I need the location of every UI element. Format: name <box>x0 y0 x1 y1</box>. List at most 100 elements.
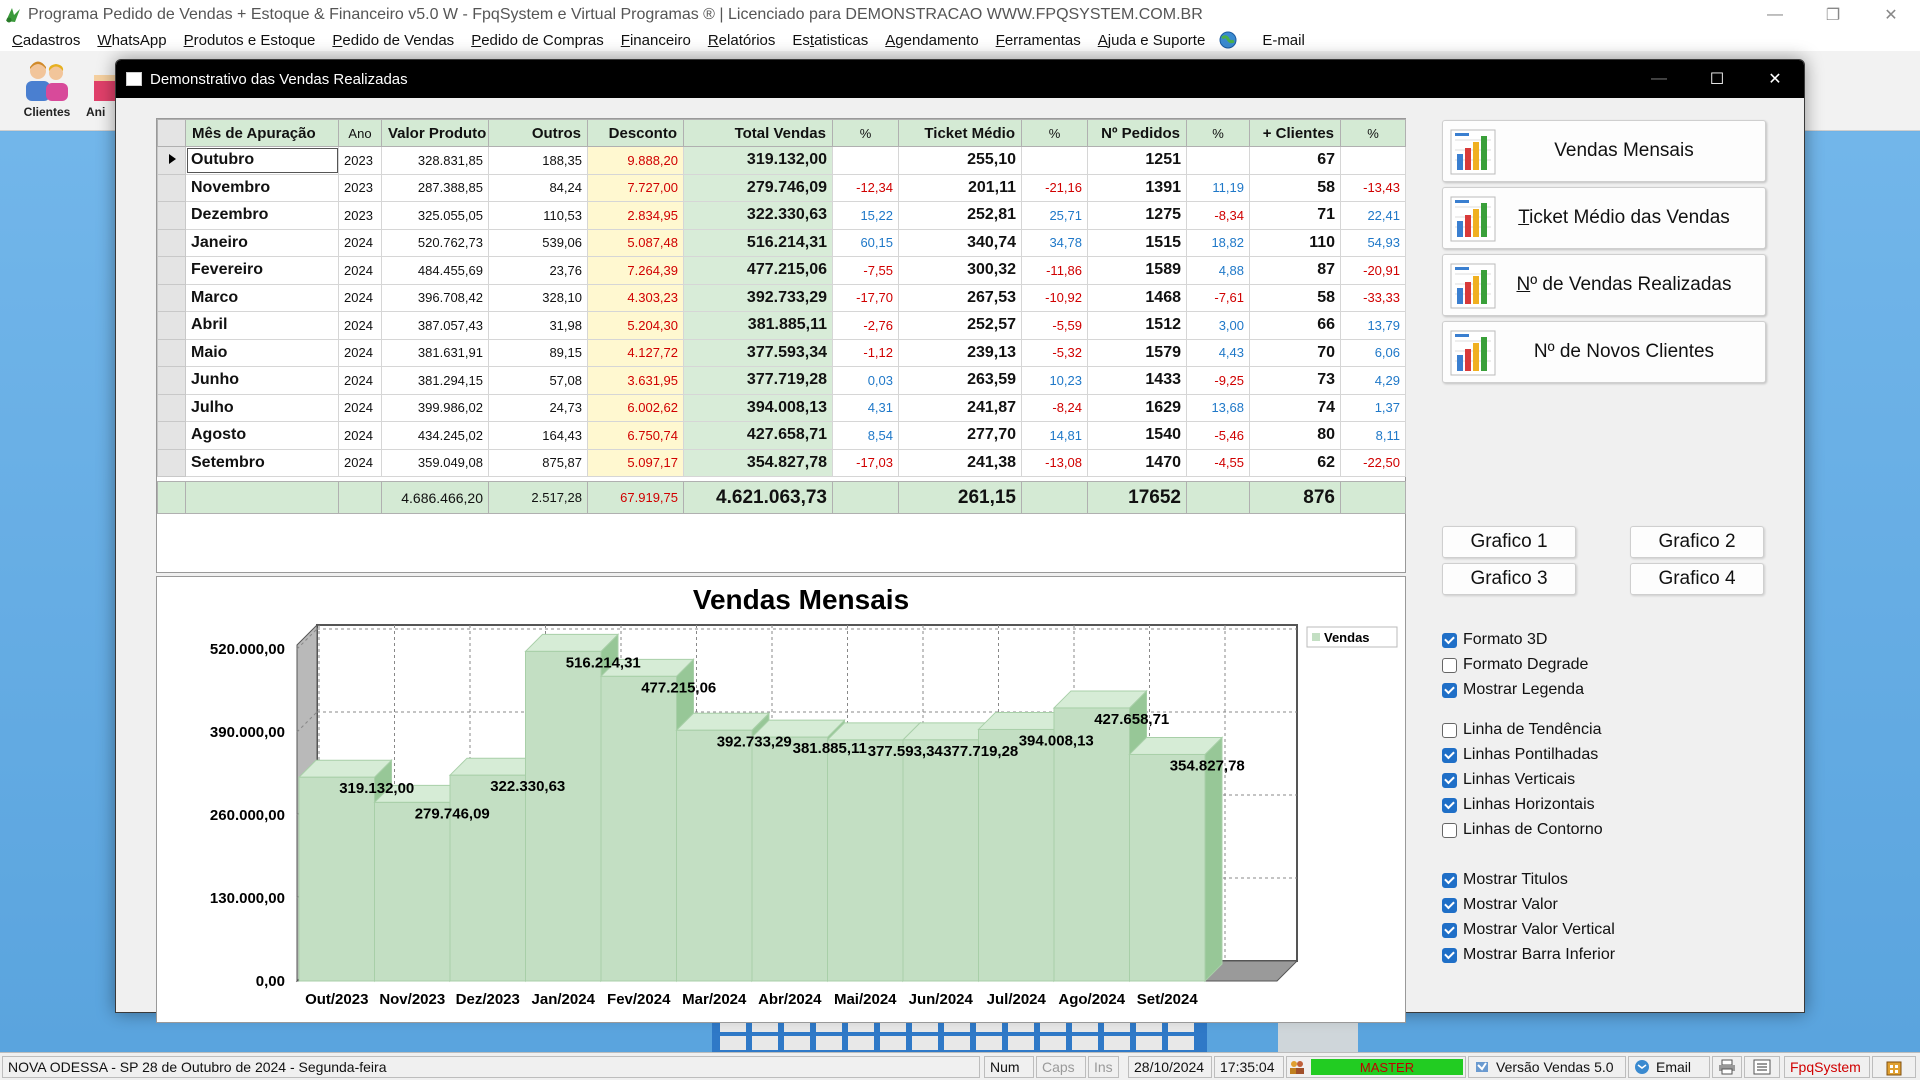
cell-total-vendas: 377.719,28 <box>683 366 833 395</box>
option-mostrar-barra-inferior[interactable]: Mostrar Barra Inferior <box>1442 945 1615 965</box>
cell-outros: 539,06 <box>488 228 588 257</box>
checkbox-checked-icon[interactable] <box>1442 872 1457 888</box>
dialog-minimize-button[interactable]: — <box>1630 60 1688 98</box>
status-end-cell[interactable] <box>1872 1056 1916 1078</box>
table-row[interactable]: Fevereiro 2024 484.455,69 23,76 7.264,39 477.… <box>157 256 1406 285</box>
option-linha-de-tend-ncia[interactable]: Linha de Tendência <box>1442 720 1602 740</box>
option-mostrar-valor[interactable]: Mostrar Valor <box>1442 895 1558 915</box>
menu-item-financeiro[interactable]: Financeiro <box>613 32 700 49</box>
option-linhas-de-contorno[interactable]: Linhas de Contorno <box>1442 820 1603 840</box>
col-header-desconto[interactable]: Desconto <box>587 119 684 147</box>
checkbox-checked-icon[interactable] <box>1442 632 1457 648</box>
menu-item-agendamento[interactable]: Agendamento <box>877 32 987 49</box>
checkbox-unchecked-icon[interactable] <box>1442 722 1457 738</box>
table-row[interactable]: Julho 2024 399.986,02 24,73 6.002,62 394.008,… <box>157 393 1406 422</box>
table-row[interactable]: Agosto 2024 434.245,02 164,43 6.750,74 427.65… <box>157 421 1406 450</box>
col-header-pct-ticket[interactable]: % <box>1021 119 1088 147</box>
col-header-outros[interactable]: Outros <box>488 119 588 147</box>
col-header-valor-produto[interactable]: Valor Produto <box>381 119 489 147</box>
menu-item-whatsapp[interactable]: WhatsApp <box>89 32 175 49</box>
table-row[interactable]: Dezembro 2023 325.055,05 110,53 2.834,95 322.… <box>157 201 1406 230</box>
checkbox-checked-icon[interactable] <box>1442 897 1457 913</box>
option-mostrar-titulos[interactable]: Mostrar Titulos <box>1442 870 1568 890</box>
restore-button[interactable]: ❐ <box>1804 0 1862 29</box>
option-formato-3d[interactable]: Formato 3D <box>1442 630 1547 650</box>
vendas-realizadas-button[interactable]: Nº de Vendas Realizadas <box>1442 254 1766 316</box>
checkbox-unchecked-icon[interactable] <box>1442 657 1457 673</box>
cell-pct-total: -17,70 <box>832 283 899 312</box>
cell-clientes: 74 <box>1249 393 1341 422</box>
status-list-cell[interactable] <box>1744 1056 1780 1078</box>
menu-item-ajuda-e-suporte[interactable]: Ajuda e Suporte <box>1090 32 1215 49</box>
menu-item-relat-rios[interactable]: Relatórios <box>700 32 785 49</box>
dialog-close-button[interactable]: ✕ <box>1746 60 1804 98</box>
table-row[interactable]: Marco 2024 396.708,42 328,10 4.303,23 392.733… <box>157 283 1406 312</box>
col-header-clientes[interactable]: + Clientes <box>1249 119 1341 147</box>
col-header-ano[interactable]: Ano <box>338 119 382 147</box>
menu-item-produtos-e-estoque[interactable]: Produtos e Estoque <box>176 32 325 49</box>
menu-label-part: Es <box>792 31 810 49</box>
col-header-pct-clientes[interactable]: % <box>1340 119 1406 147</box>
checkbox-checked-icon[interactable] <box>1442 747 1457 763</box>
x-tick-label: Out/2023 <box>305 991 368 1008</box>
cell-pct-clientes: 22,41 <box>1340 201 1406 230</box>
grafico-4-button[interactable]: Grafico 4 <box>1630 563 1764 595</box>
vendas-mensais-button[interactable]: Vendas Mensais <box>1442 120 1766 182</box>
col-header-total-vendas[interactable]: Total Vendas <box>683 119 833 147</box>
table-row[interactable]: Outubro 2023 328.831,85 188,35 9.888,20 319.1… <box>157 146 1406 175</box>
table-row[interactable]: Junho 2024 381.294,15 57,08 3.631,95 377.719,… <box>157 366 1406 395</box>
menu-item-ferramentas[interactable]: Ferramentas <box>988 32 1090 49</box>
grafico-1-button[interactable]: Grafico 1 <box>1442 526 1576 558</box>
col-header-ticket-medio[interactable]: Ticket Médio <box>898 119 1022 147</box>
option-mostrar-legenda[interactable]: Mostrar Legenda <box>1442 680 1584 700</box>
cell-pct-ticket: -8,24 <box>1021 393 1088 422</box>
close-button[interactable]: ✕ <box>1862 0 1920 29</box>
option-linhas-pontilhadas[interactable]: Linhas Pontilhadas <box>1442 745 1598 765</box>
status-print-cell[interactable] <box>1712 1056 1742 1078</box>
col-header-pct-total[interactable]: % <box>832 119 899 147</box>
clientes-toolbar-button[interactable]: Clientes <box>5 55 89 129</box>
menu-item-email[interactable]: E-mail <box>1254 32 1314 49</box>
col-header-pedidos[interactable]: Nº Pedidos <box>1087 119 1187 147</box>
x-tick-label: Jan/2024 <box>532 991 596 1008</box>
col-header-pct-pedidos[interactable]: % <box>1186 119 1250 147</box>
globe-icon[interactable] <box>1218 30 1238 50</box>
status-version: Versão Vendas 5.0 <box>1496 1059 1614 1075</box>
minimize-button[interactable]: — <box>1746 0 1804 29</box>
bar-value-label: 427.658,71 <box>1094 711 1169 728</box>
table-row[interactable]: Novembro 2023 287.388,85 84,24 7.727,00 279.7… <box>157 173 1406 202</box>
table-row[interactable]: Setembro 2024 359.049,08 875,87 5.097,17 354.… <box>157 448 1406 477</box>
checkbox-checked-icon[interactable] <box>1442 772 1457 788</box>
menu-item-pedido-de-vendas[interactable]: Pedido de Vendas <box>324 32 463 49</box>
status-email-cell[interactable]: Email <box>1628 1056 1710 1078</box>
table-row[interactable]: Abril 2024 387.057,43 31,98 5.204,30 381.885,… <box>157 311 1406 340</box>
dialog-maximize-button[interactable]: ☐ <box>1688 60 1746 98</box>
second-toolbar-button[interactable]: Ani <box>86 55 116 129</box>
menu-label-accel: A <box>885 31 896 49</box>
cell-desconto: 6.750,74 <box>587 421 684 450</box>
option-formato-degrade[interactable]: Formato Degrade <box>1442 655 1588 675</box>
checkbox-checked-icon[interactable] <box>1442 797 1457 813</box>
cell-ano: 2024 <box>338 256 382 285</box>
checkbox-checked-icon[interactable] <box>1442 682 1457 698</box>
grafico-2-button[interactable]: Grafico 2 <box>1630 526 1764 558</box>
cell-desconto: 6.002,62 <box>587 393 684 422</box>
checkbox-checked-icon[interactable] <box>1442 947 1457 963</box>
menu-item-cadastros[interactable]: Cadastros <box>4 32 89 49</box>
menu-item-pedido-de-compras[interactable]: Pedido de Compras <box>463 32 613 49</box>
option-linhas-horizontais[interactable]: Linhas Horizontais <box>1442 795 1595 815</box>
option-mostrar-valor-vertical[interactable]: Mostrar Valor Vertical <box>1442 920 1615 940</box>
table-row[interactable]: Janeiro 2024 520.762,73 539,06 5.087,48 516.2… <box>157 228 1406 257</box>
option-linhas-verticais[interactable]: Linhas Verticais <box>1442 770 1575 790</box>
ticket-medio-button[interactable]: Ticket Médio das Vendas <box>1442 187 1766 249</box>
menu-item-estatisticas[interactable]: Estatisticas <box>784 32 877 49</box>
novos-clientes-button[interactable]: Nº de Novos Clientes <box>1442 321 1766 383</box>
col-header-mes[interactable]: Mês de Apuração <box>185 119 339 147</box>
grafico-3-button[interactable]: Grafico 3 <box>1442 563 1576 595</box>
checkbox-checked-icon[interactable] <box>1442 922 1457 938</box>
option-label: Formato 3D <box>1463 631 1548 648</box>
checkbox-unchecked-icon[interactable] <box>1442 822 1457 838</box>
table-row[interactable]: Maio 2024 381.631,91 89,15 4.127,72 377.593,3… <box>157 338 1406 367</box>
status-version-cell[interactable]: Versão Vendas 5.0 <box>1468 1056 1626 1078</box>
sales-grid[interactable]: Mês de Apuração Ano Valor Produto Outros… <box>156 118 1406 573</box>
